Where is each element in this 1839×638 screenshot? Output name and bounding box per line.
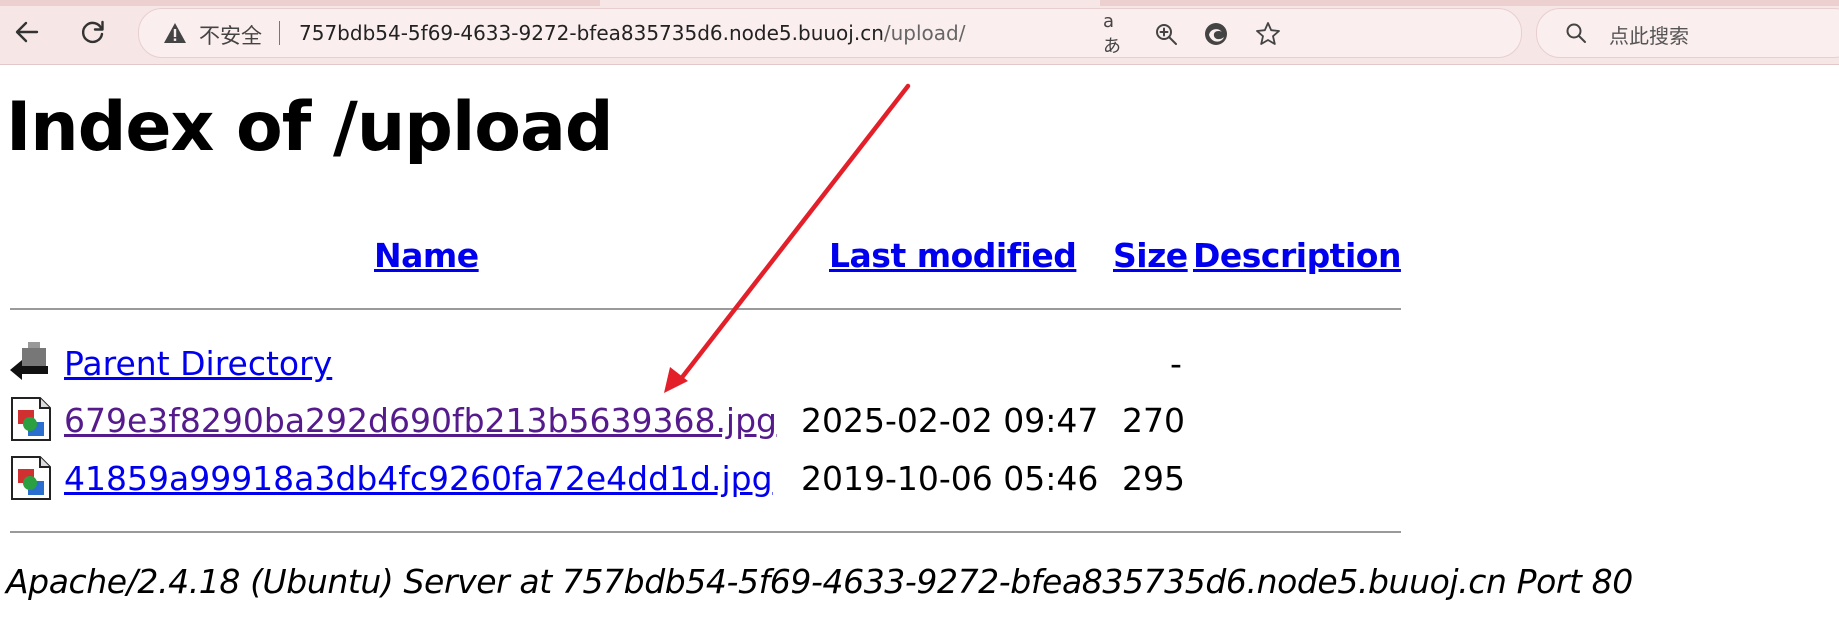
file-2-modified: 2019-10-06 05:46	[801, 459, 1099, 498]
table-row	[8, 396, 54, 442]
url-host: 757bdb54-5f69-4633-9272-bfea835735d6.nod…	[299, 21, 884, 45]
table-row	[8, 455, 54, 501]
reload-button[interactable]	[76, 15, 110, 49]
file-link-1[interactable]: 679e3f8290ba292d690fb213b5639368.jpg	[64, 401, 777, 440]
star-icon	[1256, 22, 1280, 45]
warning-triangle-icon[interactable]	[163, 22, 187, 44]
zoom-in-icon	[1156, 24, 1177, 45]
file-2-size: 295	[1122, 459, 1185, 498]
image-file-icon	[11, 397, 51, 441]
column-header-description[interactable]: Description	[1193, 236, 1401, 275]
page-title: Index of /upload	[6, 88, 614, 167]
address-bar[interactable]: 不安全 757bdb54-5f69-4633-9272-bfea835735d6…	[138, 8, 1522, 58]
server-signature: Apache/2.4.18 (Ubuntu) Server at 757bdb5…	[6, 562, 1633, 601]
translate-icon: aあ	[1103, 10, 1121, 57]
url-text[interactable]: 757bdb54-5f69-4633-9272-bfea835735d6.nod…	[299, 21, 965, 45]
url-path: /upload/	[883, 21, 966, 45]
column-header-last-modified[interactable]: Last modified	[829, 236, 1077, 275]
file-link-2[interactable]: 41859a99918a3db4fc9260fa72e4dd1d.jpg	[64, 459, 773, 498]
file-1-size: 270	[1122, 401, 1185, 440]
edge-logo-icon	[1205, 23, 1227, 45]
reload-icon	[81, 20, 104, 44]
edge-button[interactable]	[1203, 21, 1229, 47]
back-button[interactable]	[10, 15, 44, 49]
column-header-size[interactable]: Size	[1113, 236, 1188, 275]
back-folder-icon	[10, 342, 48, 380]
image-file-icon	[11, 456, 51, 500]
table-divider-top	[10, 308, 1401, 310]
file-1-modified: 2025-02-02 09:47	[801, 401, 1099, 440]
parent-size: -	[1170, 344, 1182, 383]
address-separator	[279, 21, 280, 45]
search-icon	[1566, 23, 1586, 43]
arrow-left-icon	[15, 21, 39, 43]
search-placeholder: 点此搜索	[1609, 24, 1689, 48]
column-header-name[interactable]: Name	[374, 236, 479, 275]
search-box[interactable]: 点此搜索	[1536, 8, 1839, 58]
parent-directory-link[interactable]: Parent Directory	[64, 344, 332, 383]
translate-button[interactable]: aあ	[1103, 11, 1129, 57]
active-tab-edge	[600, 0, 1100, 6]
security-status-label[interactable]: 不安全	[199, 20, 262, 50]
table-divider-bottom	[10, 531, 1401, 533]
favorite-button[interactable]	[1255, 21, 1281, 47]
browser-toolbar: 不安全 757bdb54-5f69-4633-9272-bfea835735d6…	[0, 0, 1839, 65]
zoom-button[interactable]	[1153, 21, 1179, 47]
